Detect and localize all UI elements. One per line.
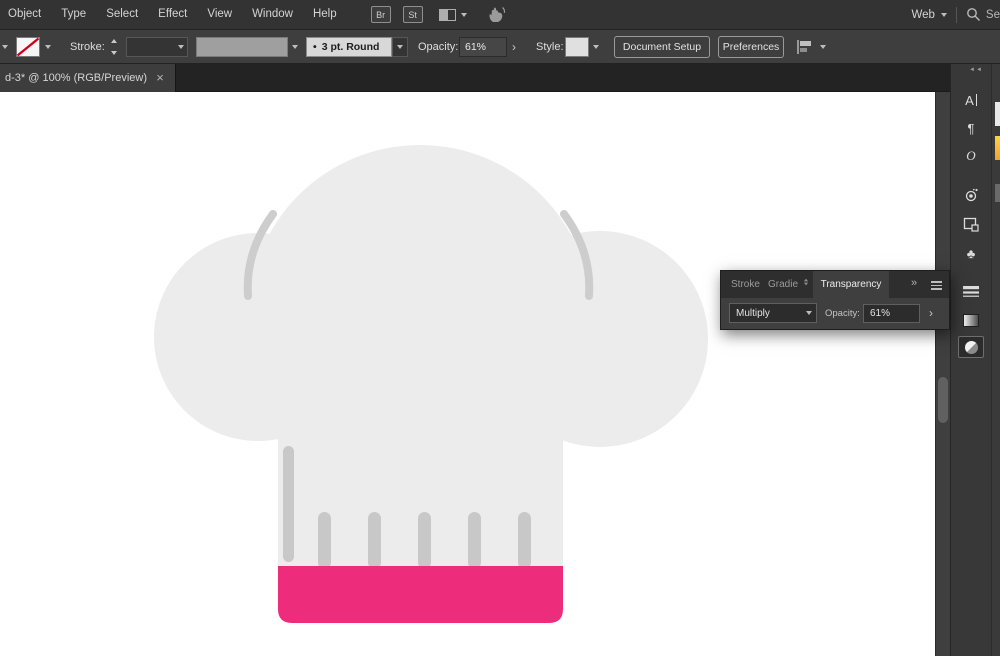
transparency-panel-icon <box>964 340 978 354</box>
divider <box>955 6 957 23</box>
character-panel-button[interactable]: A <box>951 88 991 112</box>
scrollbar-thumb[interactable] <box>938 377 948 423</box>
preferences-button[interactable]: Preferences <box>718 36 784 58</box>
character-panel-icon: A <box>965 92 974 108</box>
opacity-input[interactable] <box>459 37 507 57</box>
menu-view[interactable]: View <box>197 0 242 30</box>
chef-hat-artwork[interactable] <box>0 92 935 656</box>
panel-tab-header: Stroke Gradie Transparency » <box>721 271 949 298</box>
step-down-icon[interactable] <box>111 51 117 55</box>
opacity-expand-button[interactable]: › <box>512 41 516 53</box>
selected-panel-frame <box>958 336 984 358</box>
document-setup-button[interactable]: Document Setup <box>614 36 710 58</box>
menu-window[interactable]: Window <box>242 0 303 30</box>
transparency-panel: Stroke Gradie Transparency » Multiply Op… <box>720 270 950 330</box>
secondary-dock-sliver <box>991 64 1000 656</box>
artboard-canvas[interactable] <box>0 92 935 656</box>
opentype-panel-button[interactable]: O <box>951 144 991 168</box>
panel-menu-icon[interactable] <box>931 281 942 292</box>
illustrator-window: Object Type Select Effect View Window He… <box>0 0 1000 656</box>
panel-opacity-expand-button[interactable]: › <box>929 307 933 319</box>
step-up-icon[interactable] <box>111 39 117 43</box>
stroke-weight-stepper[interactable] <box>108 39 120 55</box>
tab-stroke[interactable]: Stroke <box>731 279 760 290</box>
control-bar: Stroke: • 3 pt. Round Opacity: › Style: … <box>0 30 1000 64</box>
chef-hat-band[interactable] <box>278 566 563 623</box>
document-tab-bar: d-3* @ 100% (RGB/Preview) × <box>0 64 950 92</box>
search-input[interactable]: Se <box>986 9 1000 21</box>
chevron-down-icon[interactable] <box>292 45 298 49</box>
brush-preview-dot: • <box>313 41 317 53</box>
stock-button[interactable]: St <box>402 6 423 23</box>
bridge-button[interactable]: Br <box>370 6 391 23</box>
document-title: d-3* @ 100% (RGB/Preview) <box>5 72 147 84</box>
gradient-panel-button[interactable] <box>951 308 991 332</box>
tab-gradient[interactable]: Gradie <box>768 279 798 290</box>
stroke-panel-button[interactable] <box>951 279 991 303</box>
blend-mode-value: Multiply <box>736 307 770 319</box>
chevron-down-icon[interactable] <box>940 12 947 17</box>
chevron-down-icon[interactable] <box>460 12 467 17</box>
width-profile-dropdown[interactable] <box>196 37 288 57</box>
blend-mode-dropdown[interactable]: Multiply <box>729 303 817 323</box>
panel-dock: ◄◄ A ¶ O ♣ <box>950 64 1000 656</box>
text-cursor-icon <box>975 94 977 106</box>
close-icon[interactable]: × <box>150 64 170 92</box>
chevron-down-icon[interactable] <box>593 45 599 49</box>
graphic-style-swatch[interactable] <box>565 37 589 57</box>
menubar-right-group: Web Se <box>911 6 1000 23</box>
menu-object[interactable]: Object <box>0 0 51 30</box>
clipped-panel-icon[interactable] <box>995 102 1000 126</box>
opentype-panel-icon: O <box>966 148 976 163</box>
chevron-down-icon <box>178 45 184 49</box>
style-label: Style: <box>536 41 564 53</box>
stroke-panel-icon <box>963 285 979 297</box>
stroke-label: Stroke: <box>70 41 105 53</box>
workspace-switcher[interactable]: Web <box>911 9 934 21</box>
menu-effect[interactable]: Effect <box>148 0 197 30</box>
clipped-swatches-icon[interactable] <box>995 136 1000 160</box>
fill-none-swatch[interactable] <box>16 37 40 57</box>
appearance-panel-button[interactable] <box>951 183 991 207</box>
artboards-panel-icon <box>963 217 979 232</box>
collapse-panels-icon[interactable]: ◄◄ <box>969 67 983 73</box>
clipped-panel-icon[interactable] <box>995 184 1000 202</box>
artboards-panel-button[interactable] <box>951 212 991 236</box>
transparency-panel-button[interactable] <box>951 335 991 359</box>
symbols-panel-button[interactable]: ♣ <box>951 241 991 265</box>
panel-opacity-input[interactable] <box>863 304 920 323</box>
paragraph-panel-icon: ¶ <box>967 120 975 136</box>
arrange-documents-icon[interactable] <box>438 8 456 21</box>
tab-transparency[interactable]: Transparency <box>813 271 889 298</box>
stroke-weight-dropdown[interactable] <box>126 37 188 57</box>
chevron-down-icon[interactable] <box>820 45 826 49</box>
tab-overflow-icon[interactable]: » <box>911 277 917 289</box>
chevron-down-icon[interactable] <box>2 45 8 49</box>
chevron-down-icon <box>397 45 403 49</box>
menubar: Object Type Select Effect View Window He… <box>0 0 1000 30</box>
symbols-panel-icon: ♣ <box>966 245 976 261</box>
brush-definition-dropdown[interactable]: • 3 pt. Round <box>306 37 392 57</box>
chevron-down-icon[interactable] <box>45 45 51 49</box>
vertical-scrollbar[interactable] <box>935 92 950 656</box>
chef-hat-body[interactable] <box>154 145 708 567</box>
gradient-panel-icon <box>963 313 979 327</box>
appearance-panel-icon <box>965 188 978 201</box>
transparency-panel-body: Multiply Opacity: › <box>721 298 949 331</box>
brush-name: 3 pt. Round <box>321 41 380 53</box>
menu-help[interactable]: Help <box>303 0 347 30</box>
opacity-label: Opacity: <box>418 41 459 53</box>
stepper-icon <box>803 278 809 286</box>
panel-opacity-label: Opacity: <box>825 308 860 319</box>
brush-dropdown-arrow[interactable] <box>392 37 408 57</box>
chevron-down-icon <box>806 311 812 315</box>
paragraph-panel-button[interactable]: ¶ <box>951 116 991 140</box>
arrange-icon[interactable] <box>794 39 816 55</box>
document-tab[interactable]: d-3* @ 100% (RGB/Preview) × <box>0 64 176 92</box>
touch-workspace-icon[interactable] <box>485 6 507 23</box>
search-icon[interactable] <box>966 7 981 22</box>
menu-select[interactable]: Select <box>96 0 148 30</box>
menu-type[interactable]: Type <box>51 0 96 30</box>
